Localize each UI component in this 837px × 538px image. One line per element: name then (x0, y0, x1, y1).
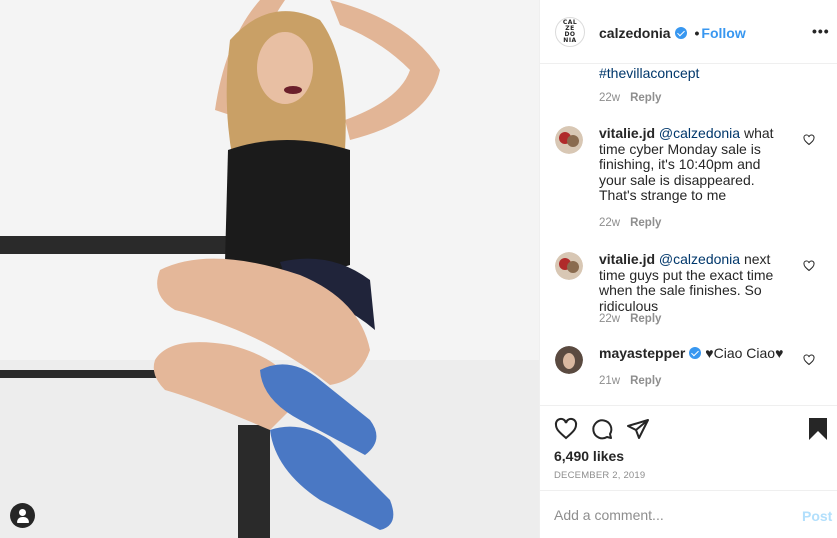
comment-text: vitalie.jd @calzedonia next time guys pu… (599, 251, 789, 314)
tagged-user-icon[interactable] (10, 503, 35, 528)
add-comment-bar: Post (540, 490, 837, 538)
comment-username[interactable]: vitalie.jd (599, 125, 655, 141)
avatar[interactable] (555, 346, 583, 374)
instagram-post: CAL ZE DO NIA calzedonia • Follow ••• #th… (0, 0, 837, 538)
verified-badge-icon (689, 347, 702, 359)
username-link[interactable]: calzedonia (599, 25, 671, 41)
comment-body: ♥Ciao Ciao♥ (705, 345, 784, 361)
avatar[interactable] (555, 126, 583, 154)
comment-age: 22w (599, 217, 621, 229)
model-photo (0, 0, 539, 538)
like-comment-icon[interactable] (803, 134, 815, 146)
comment-mention[interactable]: @calzedonia (659, 125, 740, 141)
comment-reply-button[interactable]: Reply (630, 375, 661, 387)
post-comment-button[interactable]: Post (802, 508, 832, 524)
save-bookmark-icon[interactable] (808, 417, 828, 441)
avatar[interactable] (555, 252, 583, 280)
comment-username[interactable]: vitalie.jd (599, 251, 655, 267)
post-header: CAL ZE DO NIA calzedonia • Follow ••• (540, 0, 837, 64)
header-username[interactable]: calzedonia • Follow (599, 25, 746, 41)
more-options-icon[interactable]: ••• (812, 23, 830, 39)
comment-text: mayastepper ♥Ciao Ciao♥ (599, 345, 789, 362)
post-photo[interactable] (0, 0, 539, 538)
caption-meta: 22w Reply (599, 92, 661, 104)
comment-mention[interactable]: @calzedonia (659, 251, 740, 267)
like-comment-icon[interactable] (803, 354, 815, 366)
comments-list[interactable]: #thevillaconcept 22w Reply vitalie.jd @ca… (540, 65, 837, 405)
add-comment-input[interactable] (554, 507, 784, 523)
post-side-panel: CAL ZE DO NIA calzedonia • Follow ••• #th… (539, 0, 837, 538)
separator-dot: • (694, 25, 700, 41)
comment-reply-button[interactable]: Reply (630, 313, 661, 325)
like-icon[interactable] (554, 417, 578, 441)
comment-age: 22w (599, 313, 621, 325)
comment-age: 21w (599, 375, 621, 387)
likes-count[interactable]: 6,490 likes (554, 448, 624, 464)
like-comment-icon[interactable] (803, 260, 815, 272)
logo-text: CAL ZE DO NIA (562, 19, 578, 44)
comment-text: vitalie.jd @calzedonia what time cyber M… (599, 125, 789, 204)
hashtag-link[interactable]: #thevillaconcept (599, 65, 699, 81)
calzedonia-avatar[interactable]: CAL ZE DO NIA (555, 17, 585, 47)
follow-button[interactable]: Follow (701, 25, 745, 41)
share-icon[interactable] (626, 417, 650, 441)
comment-reply-button[interactable]: Reply (630, 217, 661, 229)
caption-reply-button[interactable]: Reply (630, 92, 661, 104)
comment-username[interactable]: mayastepper (599, 345, 685, 361)
comment-meta: 21w Reply (599, 375, 661, 387)
post-actions: 6,490 likes DECEMBER 2, 2019 (540, 405, 837, 490)
post-date: DECEMBER 2, 2019 (554, 470, 646, 481)
comment-meta: 22w Reply (599, 313, 661, 325)
verified-badge-icon (674, 27, 687, 39)
caption-age: 22w (599, 92, 621, 104)
comment-icon[interactable] (590, 417, 614, 441)
comment-meta: 22w Reply (599, 217, 661, 229)
